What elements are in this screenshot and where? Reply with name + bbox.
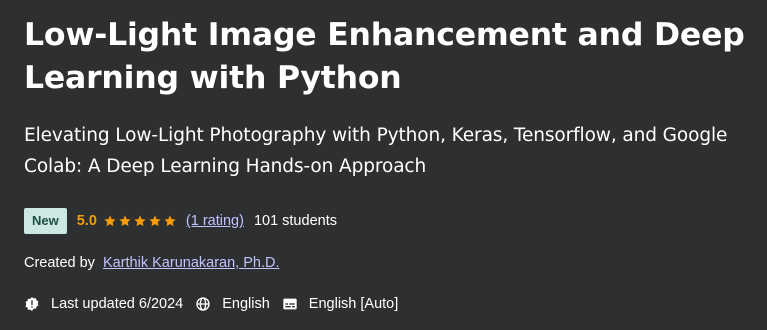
star-icon bbox=[163, 214, 177, 228]
star-rating bbox=[103, 214, 178, 228]
created-by-row: Created by Karthik Karunakaran, Ph.D. bbox=[24, 255, 279, 271]
course-captions: English [Auto] bbox=[282, 296, 398, 312]
alert-badge-icon bbox=[25, 297, 39, 311]
subtitle-line-2: Colab: A Deep Learning Hands-on Approach bbox=[24, 156, 427, 177]
created-by-label: Created by bbox=[24, 255, 95, 271]
course-language: English bbox=[195, 296, 270, 312]
rating-value: 5.0 bbox=[76, 213, 97, 229]
star-icon bbox=[148, 214, 162, 228]
course-title: Low-Light Image Enhancement and Deep Lea… bbox=[24, 17, 745, 96]
star-icon bbox=[118, 214, 132, 228]
course-subtitle: Elevating Low-Light Photography with Pyt… bbox=[24, 120, 767, 182]
last-updated-text: Last updated 6/2024 bbox=[51, 296, 184, 312]
language-text: English bbox=[222, 296, 270, 312]
student-count: 101 students bbox=[253, 213, 337, 229]
instructor-link[interactable]: Karthik Karunakaran, Ph.D. bbox=[103, 255, 280, 271]
star-icon bbox=[133, 214, 147, 228]
course-meta-row: Last updated 6/2024 English English [Aut… bbox=[24, 294, 410, 314]
course-header: Low-Light Image Enhancement and Deep Lea… bbox=[24, 14, 767, 100]
subtitle-line-1: Elevating Low-Light Photography with Pyt… bbox=[24, 125, 728, 146]
last-updated: Last updated 6/2024 bbox=[24, 296, 183, 312]
closed-caption-icon bbox=[283, 298, 297, 310]
rating-count-link[interactable]: (1 rating) bbox=[186, 213, 244, 229]
captions-text: English [Auto] bbox=[308, 296, 399, 312]
new-badge: New bbox=[24, 208, 67, 234]
globe-icon bbox=[196, 297, 210, 311]
star-icon bbox=[103, 214, 117, 228]
rating-row: New 5.0 (1 rating) 101 students bbox=[24, 208, 337, 234]
